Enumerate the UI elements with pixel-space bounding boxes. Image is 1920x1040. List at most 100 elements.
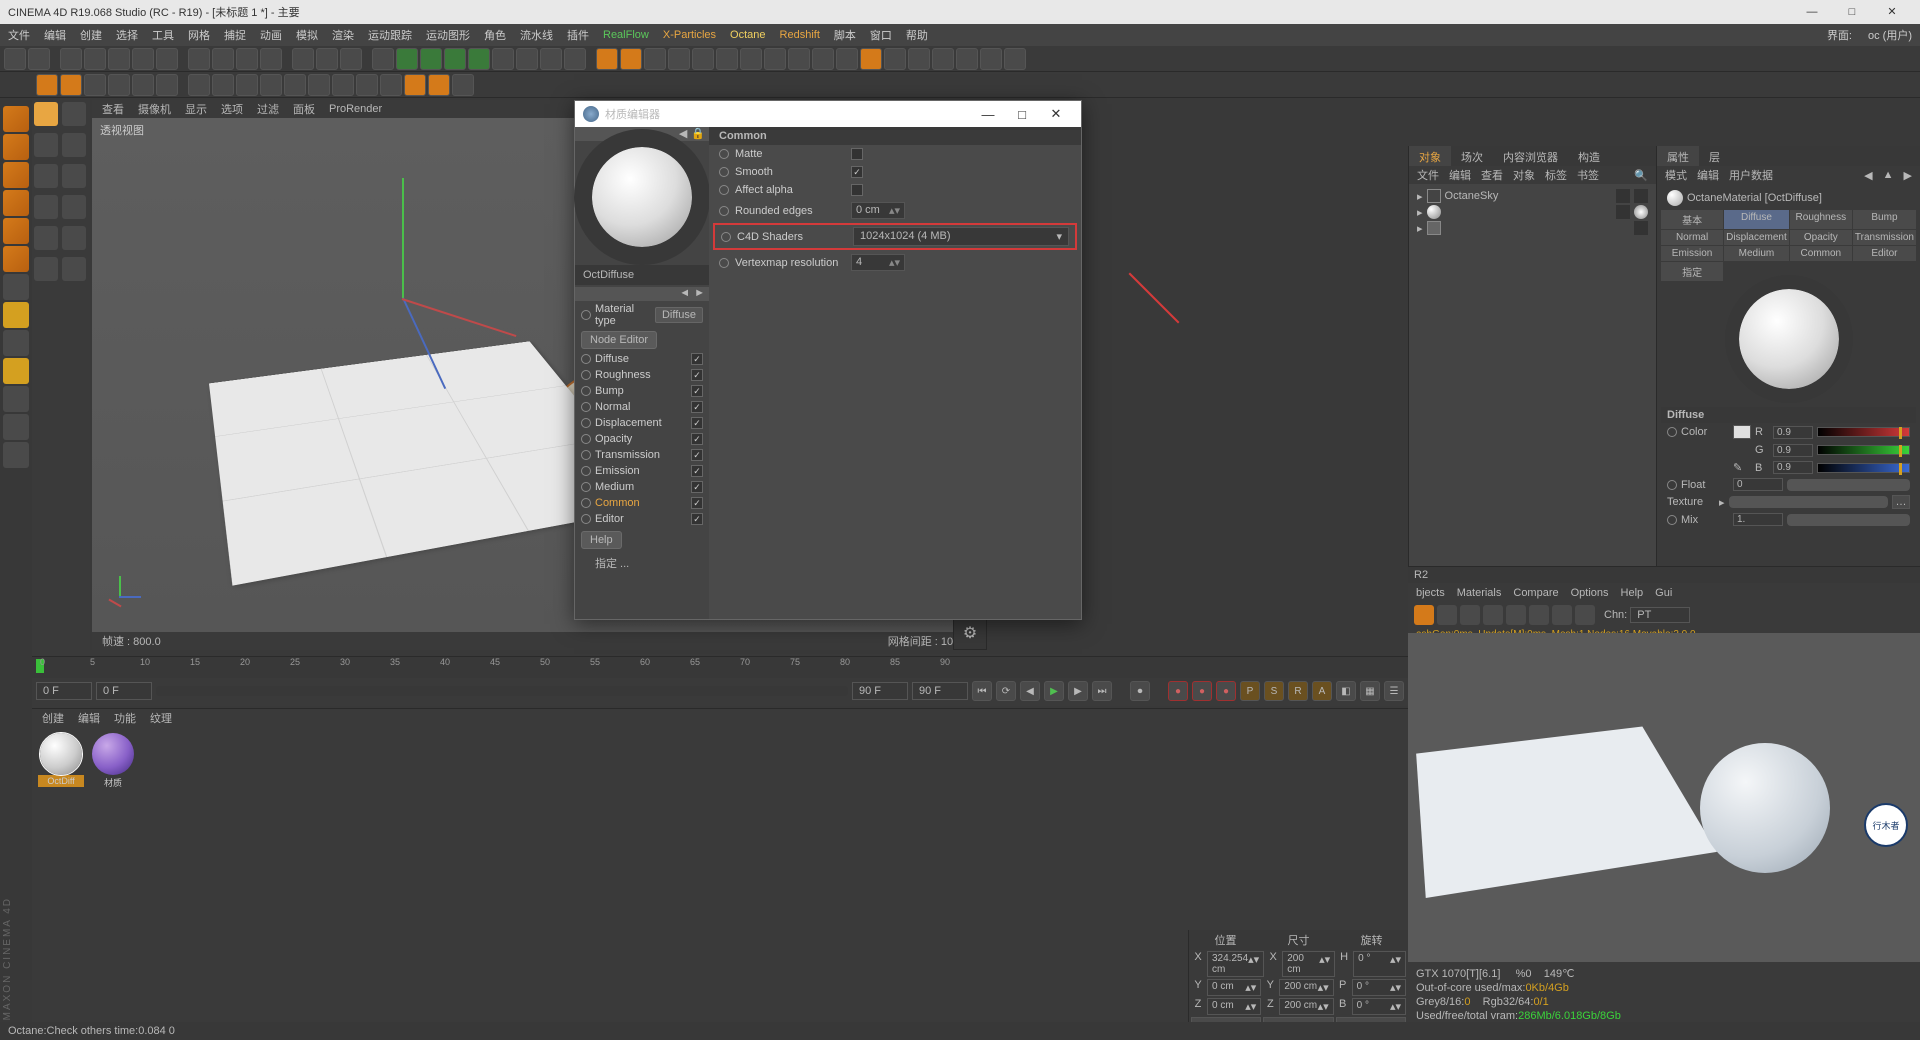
hypernurbs[interactable] <box>444 48 466 70</box>
oct-mat-1[interactable] <box>188 74 210 96</box>
key-opt1[interactable]: ◧ <box>1336 681 1356 701</box>
vp-menu-options[interactable]: 选项 <box>221 101 243 117</box>
radio-icon[interactable] <box>721 232 731 242</box>
rv-refresh[interactable] <box>1437 605 1457 625</box>
prim-cube[interactable] <box>372 48 394 70</box>
menu-xparticles[interactable]: X-Particles <box>663 29 716 41</box>
help-button[interactable]: Help <box>581 531 622 549</box>
timeline-ruler[interactable]: 051015202530354045505560657075808590 <box>32 656 1408 678</box>
menu-help[interactable]: 帮助 <box>906 27 928 43</box>
mat-tag[interactable] <box>1634 205 1648 219</box>
oct-mat-10[interactable] <box>404 74 426 96</box>
mix-field[interactable]: 1. <box>1733 513 1783 526</box>
tab-attr[interactable]: 属性 <box>1657 146 1699 166</box>
matte-checkbox[interactable] <box>851 148 863 160</box>
back-icon[interactable]: ◀ <box>1864 169 1872 182</box>
prev-icon[interactable]: ◄ <box>679 287 690 301</box>
plugin-btn-2[interactable] <box>620 48 642 70</box>
oct-arealight[interactable] <box>108 74 130 96</box>
menu-char[interactable]: 角色 <box>484 27 506 43</box>
menu-realflow[interactable]: RealFlow <box>603 29 649 41</box>
lock-y[interactable] <box>212 48 234 70</box>
menu-render[interactable]: 渲染 <box>332 27 354 43</box>
radio-icon[interactable] <box>719 149 729 159</box>
start-frame[interactable]: 0 F <box>36 682 92 700</box>
select-tool[interactable] <box>60 48 82 70</box>
oct-mat-11[interactable] <box>428 74 450 96</box>
step-fwd[interactable]: ▶ <box>1068 681 1088 701</box>
oct-mat-3[interactable] <box>236 74 258 96</box>
channel-roughness[interactable]: Roughness <box>575 367 709 383</box>
menu-snap[interactable]: 捕捉 <box>224 27 246 43</box>
tab-browser[interactable]: 内容浏览器 <box>1493 146 1568 166</box>
close-button[interactable]: ✕ <box>1872 0 1912 24</box>
palette-icon[interactable] <box>3 414 29 440</box>
expand-icon[interactable]: ▸ <box>1417 190 1423 203</box>
key-r[interactable]: R <box>1288 681 1308 701</box>
plugin-btn-10[interactable] <box>812 48 834 70</box>
menu-mograph[interactable]: 运动图形 <box>426 27 470 43</box>
r-slider[interactable] <box>1817 427 1910 437</box>
palette-icon[interactable] <box>3 386 29 412</box>
color-swatch[interactable] <box>1733 425 1751 439</box>
palette-icon[interactable] <box>3 274 29 300</box>
channel-normal[interactable]: Normal <box>575 399 709 415</box>
attr-tab-common[interactable]: Common <box>1790 246 1852 261</box>
mat-name[interactable]: OctDiffuse <box>575 265 709 285</box>
b-slider[interactable] <box>1817 463 1910 473</box>
vmap-field[interactable]: 4▴▾ <box>851 254 905 271</box>
vp-menu-panel[interactable]: 面板 <box>293 101 315 117</box>
channel-medium[interactable]: Medium <box>575 479 709 495</box>
oct-mat-8[interactable] <box>356 74 378 96</box>
layout-dropdown[interactable]: oc (用户) <box>1868 27 1912 43</box>
radio-icon[interactable] <box>719 206 729 216</box>
rv-pin[interactable] <box>1575 605 1595 625</box>
plugin-btn-14[interactable] <box>908 48 930 70</box>
radio-icon[interactable] <box>581 310 591 320</box>
back-icon[interactable]: ◀ <box>679 127 687 141</box>
oct-mat-4[interactable] <box>260 74 282 96</box>
light[interactable] <box>564 48 586 70</box>
plugin-btn-7[interactable] <box>740 48 762 70</box>
camera[interactable] <box>540 48 562 70</box>
tool-edge2[interactable] <box>62 195 86 219</box>
minimize-button[interactable]: — <box>1792 0 1832 24</box>
tab-struct[interactable]: 构造 <box>1568 146 1610 166</box>
tab-takes[interactable]: 场次 <box>1451 146 1493 166</box>
menu-plugins[interactable]: 插件 <box>567 27 589 43</box>
plugin-btn-4[interactable] <box>668 48 690 70</box>
mm-tex[interactable]: 纹理 <box>150 710 172 726</box>
expand-icon[interactable]: ▸ <box>1417 222 1423 235</box>
palette-icon[interactable] <box>3 134 29 160</box>
attr-tab-指定[interactable]: 指定 <box>1661 262 1723 281</box>
generator[interactable] <box>420 48 442 70</box>
vp-menu-prorender[interactable]: ProRender <box>329 103 382 115</box>
tool-vert[interactable] <box>34 226 58 250</box>
rv-focus[interactable] <box>1552 605 1572 625</box>
tool-loop[interactable] <box>62 226 86 250</box>
array[interactable] <box>468 48 490 70</box>
search-icon[interactable]: 🔍 <box>1634 169 1648 182</box>
smooth-checkbox[interactable] <box>851 166 863 178</box>
tool-help[interactable] <box>62 102 86 126</box>
tex-browse[interactable]: … <box>1892 495 1910 509</box>
palette-icon[interactable] <box>3 218 29 244</box>
rec-start[interactable]: ⏺ <box>1130 681 1150 701</box>
lock-z[interactable] <box>236 48 258 70</box>
plugin-btn-12[interactable] <box>860 48 882 70</box>
tool-ring[interactable] <box>34 257 58 281</box>
float-slider[interactable] <box>1787 479 1910 491</box>
play[interactable]: ▶ <box>1044 681 1064 701</box>
vis-tag[interactable] <box>1616 205 1630 219</box>
rotate-tool[interactable] <box>132 48 154 70</box>
key-p[interactable]: P <box>1240 681 1260 701</box>
move-tool[interactable] <box>84 48 106 70</box>
plugin-btn-16[interactable] <box>956 48 978 70</box>
menu-edit[interactable]: 编辑 <box>44 27 66 43</box>
cur-frame[interactable]: 0 F <box>96 682 152 700</box>
mm-edit[interactable]: 编辑 <box>78 710 100 726</box>
prim-pen[interactable] <box>396 48 418 70</box>
palette-icon[interactable] <box>3 358 29 384</box>
plugin-btn-8[interactable] <box>764 48 786 70</box>
radio-icon[interactable] <box>719 258 729 268</box>
